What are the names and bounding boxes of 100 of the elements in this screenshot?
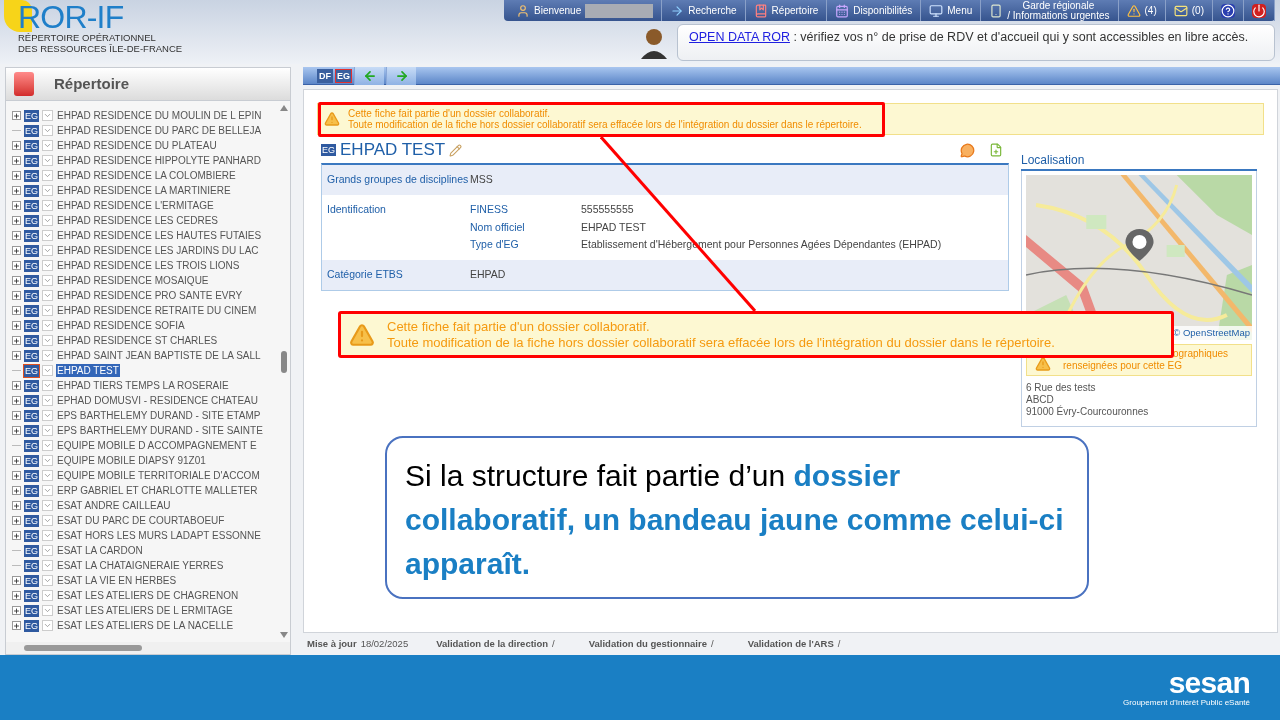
tree-item[interactable]: EHPAD SAINT JEAN BAPTISTE DE LA SALL — [56, 349, 262, 362]
expand-icon[interactable] — [12, 351, 21, 360]
tree-item[interactable]: EHPAD RESIDENCE PRO SANTE EVRY — [56, 289, 244, 302]
expand-icon[interactable] — [12, 471, 21, 480]
expand-icon[interactable] — [12, 396, 21, 405]
tree-item[interactable]: ESAT HORS LES MURS LADAPT ESSONNE — [56, 529, 262, 542]
dropdown-icon[interactable] — [42, 380, 53, 391]
dropdown-icon[interactable] — [42, 170, 53, 181]
expand-icon[interactable] — [12, 531, 21, 540]
dropdown-icon[interactable] — [42, 440, 53, 451]
tree-item[interactable]: EHPAD RESIDENCE LA MARTINIERE — [56, 184, 232, 197]
tree-item[interactable]: EHPAD RESIDENCE RETRAITE DU CINEM — [56, 304, 258, 317]
dropdown-icon[interactable] — [42, 110, 53, 121]
dropdown-icon[interactable] — [42, 125, 53, 136]
comment-icon[interactable] — [960, 142, 975, 158]
dropdown-icon[interactable] — [42, 620, 53, 631]
back-button[interactable] — [354, 66, 384, 85]
tree-item[interactable]: EHPAD RESIDENCE LES JARDINS DU LAC — [56, 244, 260, 257]
dropdown-icon[interactable] — [42, 395, 53, 406]
add-file-icon[interactable] — [989, 143, 1003, 157]
dropdown-icon[interactable] — [42, 215, 53, 226]
tree-item[interactable]: EHPAD RESIDENCE L'ERMITAGE — [56, 199, 215, 212]
expand-icon[interactable] — [12, 606, 21, 615]
dropdown-icon[interactable] — [42, 275, 53, 286]
tree-item[interactable]: EHPAD RESIDENCE MOSAIQUE — [56, 274, 210, 287]
nav-button[interactable]: (0) — [1165, 0, 1213, 21]
expand-icon[interactable] — [12, 171, 21, 180]
dropdown-icon[interactable] — [42, 590, 53, 601]
expand-icon[interactable] — [12, 411, 21, 420]
expand-icon[interactable] — [12, 246, 21, 255]
dropdown-icon[interactable] — [42, 335, 53, 346]
expand-icon[interactable] — [12, 261, 21, 270]
dropdown-icon[interactable] — [42, 425, 53, 436]
dropdown-icon[interactable] — [42, 500, 53, 511]
nav-button[interactable]: (4) — [1118, 0, 1166, 21]
tree-item[interactable]: EPS BARTHELEMY DURAND - SITE SAINTE — [56, 424, 264, 437]
dropdown-icon[interactable] — [42, 530, 53, 541]
dropdown-icon[interactable] — [42, 260, 53, 271]
tree-item[interactable]: EHPAD RESIDENCE HIPPOLYTE PANHARD — [56, 154, 262, 167]
edit-icon[interactable] — [449, 143, 463, 157]
expand-icon[interactable] — [12, 111, 21, 120]
dropdown-icon[interactable] — [42, 515, 53, 526]
tree-item[interactable]: ERP GABRIEL ET CHARLOTTE MALLETER — [56, 484, 259, 497]
expand-icon[interactable] — [12, 456, 21, 465]
tree-item[interactable]: ESAT DU PARC DE COURTABOEUF — [56, 514, 226, 527]
dropdown-icon[interactable] — [42, 245, 53, 256]
expand-icon[interactable] — [12, 141, 21, 150]
expand-icon[interactable] — [12, 381, 21, 390]
dropdown-icon[interactable] — [42, 545, 53, 556]
toolbar-button[interactable]: DF — [317, 68, 333, 83]
expand-icon[interactable] — [12, 216, 21, 225]
tree-item[interactable]: EPHAD DOMUSVI - RESIDENCE CHATEAU — [56, 394, 259, 407]
tree-item[interactable]: EHPAD RESIDENCE SOFIA — [56, 319, 186, 332]
nav-button[interactable]: Disponibilités — [827, 0, 922, 21]
expand-icon[interactable] — [12, 501, 21, 510]
dropdown-icon[interactable] — [42, 305, 53, 316]
dropdown-icon[interactable] — [42, 575, 53, 586]
tree-item[interactable]: ESAT LA CARDON — [56, 544, 144, 557]
tree-item[interactable]: EHPAD TEST — [56, 364, 120, 377]
expand-icon[interactable] — [12, 306, 21, 315]
dropdown-icon[interactable] — [42, 140, 53, 151]
tree-item[interactable]: EHPAD RESIDENCE DU PLATEAU — [56, 139, 218, 152]
expand-icon[interactable] — [12, 576, 21, 585]
tree-item[interactable]: ESAT LES ATELIERS DE CHAGRENON — [56, 589, 240, 602]
dropdown-icon[interactable] — [42, 320, 53, 331]
expand-icon[interactable] — [12, 156, 21, 165]
forward-button[interactable] — [386, 66, 416, 85]
tree-item[interactable]: EQUIPE MOBILE DIAPSY 91Z01 — [56, 454, 207, 467]
tree-item[interactable]: EHPAD RESIDENCE LA COLOMBIERE — [56, 169, 237, 182]
scroll-down-icon[interactable] — [280, 632, 288, 638]
open-data-link[interactable]: OPEN DATA ROR — [689, 30, 790, 44]
nav-button[interactable]: Répertoire — [745, 0, 828, 21]
tree-item[interactable]: EQUIPE MOBILE D ACCOMPAGNEMENT E — [56, 439, 258, 452]
tree-item[interactable]: ESAT ANDRE CAILLEAU — [56, 499, 172, 512]
tree-item[interactable]: ESAT LES ATELIERS DE LA NACELLE — [56, 619, 235, 632]
tree-item[interactable]: EHPAD RESIDENCE LES CEDRES — [56, 214, 219, 227]
expand-icon[interactable] — [12, 276, 21, 285]
expand-icon[interactable] — [12, 291, 21, 300]
expand-icon[interactable] — [12, 336, 21, 345]
tree-item[interactable]: EHPAD RESIDENCE LES HAUTES FUTAIES — [56, 229, 263, 242]
dropdown-icon[interactable] — [42, 200, 53, 211]
dropdown-icon[interactable] — [42, 185, 53, 196]
horizontal-scrollbar[interactable] — [6, 642, 290, 654]
expand-icon[interactable] — [12, 231, 21, 240]
nav-button[interactable]: Menu — [921, 0, 982, 21]
tree-item[interactable]: ESAT LES ATELIERS DE L ERMITAGE — [56, 604, 234, 617]
dropdown-icon[interactable] — [42, 155, 53, 166]
tree-item[interactable]: EHPAD RESIDENCE DU MOULIN DE L EPIN — [56, 109, 263, 122]
dropdown-icon[interactable] — [42, 455, 53, 466]
nav-button[interactable]: Recherche — [662, 0, 746, 21]
tree-item[interactable]: EHPAD RESIDENCE ST CHARLES — [56, 334, 219, 347]
dropdown-icon[interactable] — [42, 470, 53, 481]
dropdown-icon[interactable] — [42, 485, 53, 496]
tree-item[interactable]: ESAT LA CHATAIGNERAIE YERRES — [56, 559, 225, 572]
scroll-thumb[interactable] — [24, 645, 142, 651]
expand-icon[interactable] — [12, 321, 21, 330]
dropdown-icon[interactable] — [42, 560, 53, 571]
expand-icon[interactable] — [12, 201, 21, 210]
expand-icon[interactable] — [12, 186, 21, 195]
toolbar-button[interactable]: EG — [335, 68, 352, 83]
